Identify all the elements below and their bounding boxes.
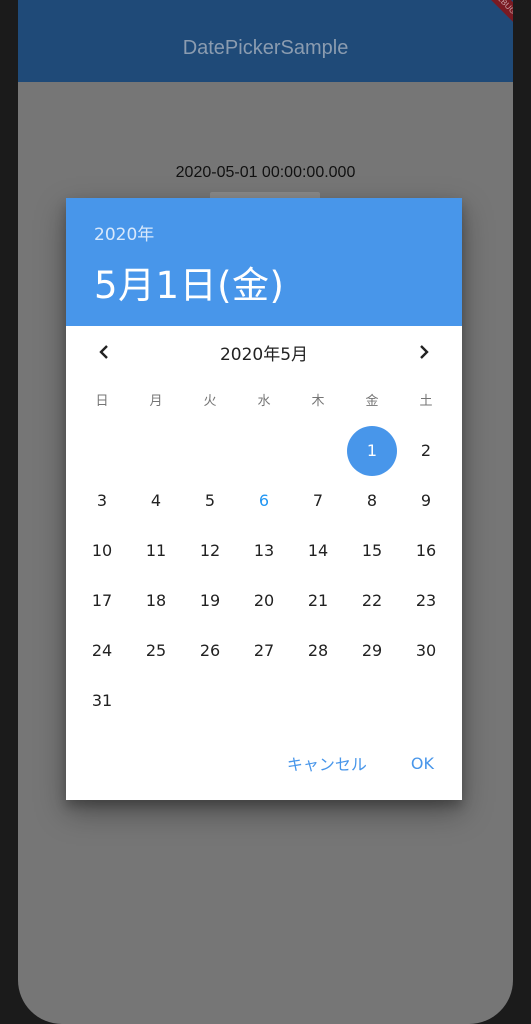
weekday-label: 日 <box>95 394 109 409</box>
day-number: 7 <box>312 491 324 510</box>
chevron-left-icon[interactable] <box>94 342 114 362</box>
dialog-header: 2020年 5月1日(金) <box>66 198 462 326</box>
day-26[interactable]: 26 <box>183 626 237 676</box>
empty-day-cell <box>75 426 129 476</box>
day-number: 20 <box>253 591 275 610</box>
chevron-right-icon[interactable] <box>414 342 434 362</box>
day-grid: 1 2 3 4 5 6 7 8 9 10 11 12 13 14 15 16 17 18 19 20 21 22 23 24 2… <box>75 426 453 726</box>
empty-day-cell <box>129 426 183 476</box>
day-9[interactable]: 9 <box>399 476 453 526</box>
day-6[interactable]: 6 <box>237 476 291 526</box>
day-number: 4 <box>150 491 162 510</box>
weekday-label: 土 <box>419 394 433 409</box>
weekday-label: 木 <box>311 394 325 409</box>
weekday-label: 月 <box>149 394 163 409</box>
day-number: 3 <box>96 491 108 510</box>
day-number: 23 <box>415 591 437 610</box>
day-24[interactable]: 24 <box>75 626 129 676</box>
app-title: DatePickerSample <box>182 36 349 59</box>
day-8[interactable]: 8 <box>345 476 399 526</box>
day-number: 14 <box>307 541 329 560</box>
day-number: 22 <box>361 591 383 610</box>
day-18[interactable]: 18 <box>129 576 183 626</box>
day-number: 16 <box>415 541 437 560</box>
day-number: 25 <box>145 641 167 660</box>
day-number: 11 <box>145 541 167 560</box>
day-number: 24 <box>91 641 113 660</box>
day-number: 15 <box>361 541 383 560</box>
day-number: 31 <box>91 691 113 710</box>
day-4[interactable]: 4 <box>129 476 183 526</box>
day-number: 30 <box>415 641 437 660</box>
day-14[interactable]: 14 <box>291 526 345 576</box>
day-number: 1 <box>366 441 378 460</box>
day-29[interactable]: 29 <box>345 626 399 676</box>
day-31[interactable]: 31 <box>75 676 129 726</box>
day-number: 18 <box>145 591 167 610</box>
day-number: 13 <box>253 541 275 560</box>
date-picker-dialog: 2020年 5月1日(金) 2020年5月 日月火水木金土 1234567891… <box>66 198 462 800</box>
day-number: 9 <box>420 491 432 510</box>
day-17[interactable]: 17 <box>75 576 129 626</box>
day-number: 26 <box>199 641 221 660</box>
day-21[interactable]: 21 <box>291 576 345 626</box>
weekday-label: 金 <box>365 394 379 409</box>
empty-day-cell <box>237 426 291 476</box>
day-number: 21 <box>307 591 329 610</box>
day-7[interactable]: 7 <box>291 476 345 526</box>
month-navigation: 2020年5月 <box>66 326 462 378</box>
day-number: 17 <box>91 591 113 610</box>
app-screen: DatePickerSample DEBUG 2020-05-01 00:00:… <box>18 0 513 1024</box>
ok-button[interactable]: OK <box>411 754 434 773</box>
day-28[interactable]: 28 <box>291 626 345 676</box>
weekday-header-row: 日月火水木金土 <box>75 390 453 414</box>
day-number: 29 <box>361 641 383 660</box>
header-selected-date: 5月1日(金) <box>94 264 285 307</box>
day-number: 12 <box>199 541 221 560</box>
day-10[interactable]: 10 <box>75 526 129 576</box>
day-1[interactable]: 1 <box>345 426 399 476</box>
day-30[interactable]: 30 <box>399 626 453 676</box>
day-3[interactable]: 3 <box>75 476 129 526</box>
day-25[interactable]: 25 <box>129 626 183 676</box>
day-13[interactable]: 13 <box>237 526 291 576</box>
day-number: 6 <box>258 491 270 510</box>
month-label: 2020年5月 <box>219 344 309 365</box>
empty-day-cell <box>291 426 345 476</box>
day-number: 19 <box>199 591 221 610</box>
day-15[interactable]: 15 <box>345 526 399 576</box>
selected-datetime-text: 2020-05-01 00:00:00.000 <box>175 164 356 181</box>
day-12[interactable]: 12 <box>183 526 237 576</box>
weekday-label: 水 <box>257 394 271 409</box>
weekday-label: 火 <box>203 394 217 409</box>
debug-banner: DEBUG <box>474 0 513 33</box>
day-20[interactable]: 20 <box>237 576 291 626</box>
day-11[interactable]: 11 <box>129 526 183 576</box>
day-19[interactable]: 19 <box>183 576 237 626</box>
day-number: 27 <box>253 641 275 660</box>
day-5[interactable]: 5 <box>183 476 237 526</box>
header-year[interactable]: 2020年 <box>94 220 462 245</box>
day-2[interactable]: 2 <box>399 426 453 476</box>
day-number: 8 <box>366 491 378 510</box>
day-16[interactable]: 16 <box>399 526 453 576</box>
day-number: 10 <box>91 541 113 560</box>
dialog-actions: キャンセル OK <box>66 738 462 788</box>
day-number: 2 <box>420 441 432 460</box>
day-27[interactable]: 27 <box>237 626 291 676</box>
day-23[interactable]: 23 <box>399 576 453 626</box>
empty-day-cell <box>183 426 237 476</box>
day-number: 28 <box>307 641 329 660</box>
app-bar: DatePickerSample DEBUG <box>18 0 513 82</box>
day-number: 5 <box>204 491 216 510</box>
cancel-button[interactable]: キャンセル <box>287 751 367 775</box>
day-22[interactable]: 22 <box>345 576 399 626</box>
